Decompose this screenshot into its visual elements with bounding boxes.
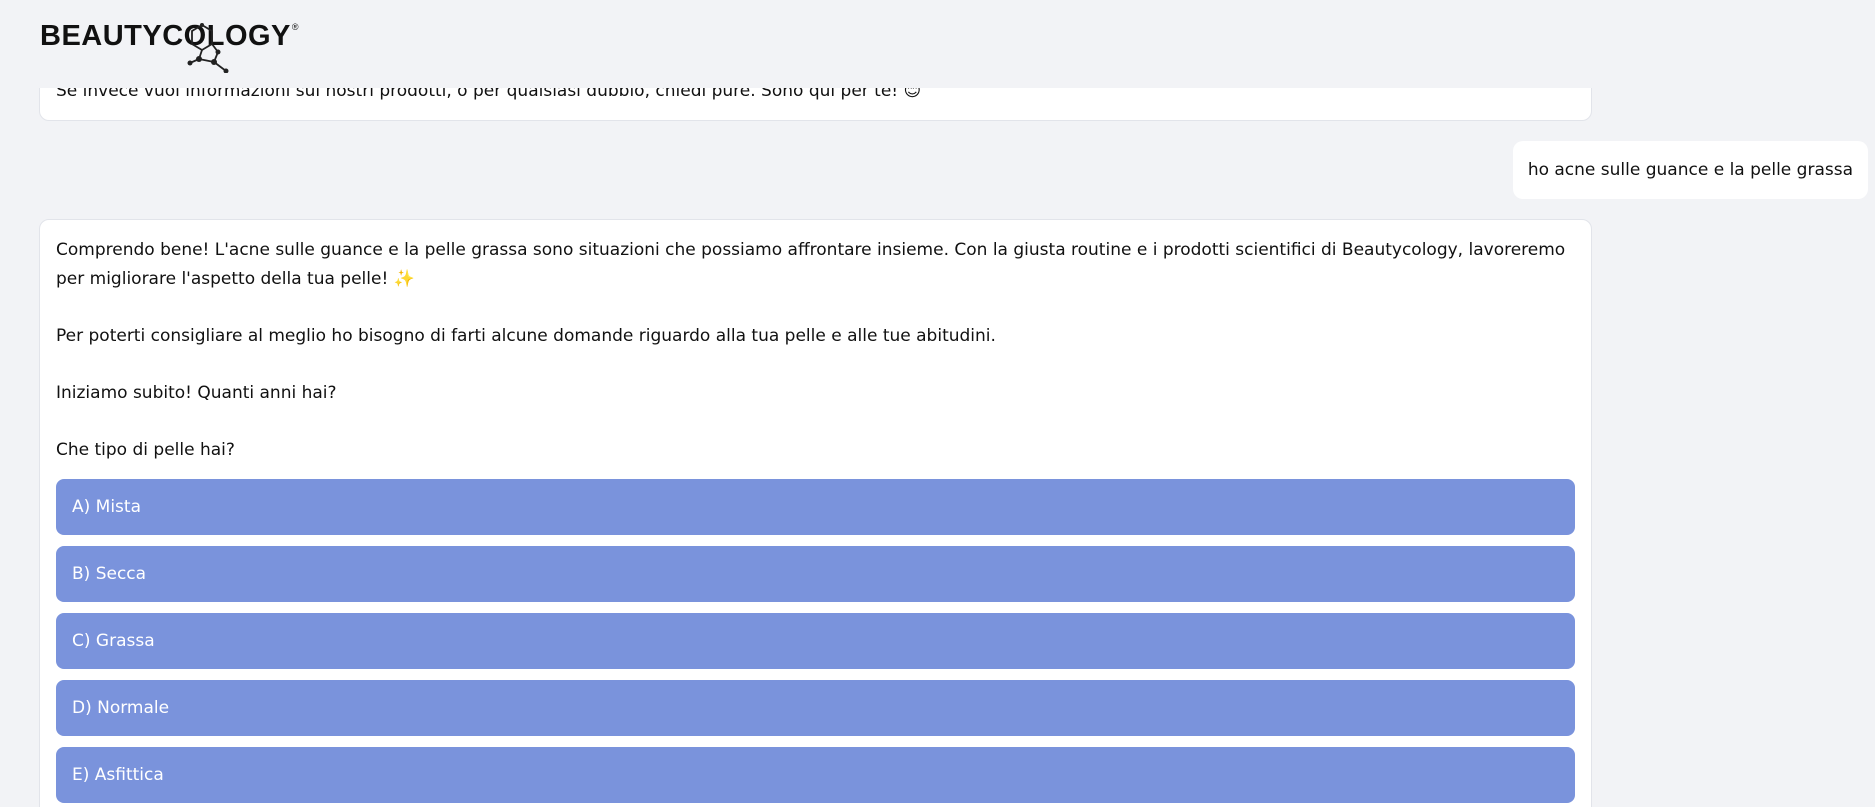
option-label: D) Normale <box>72 698 170 718</box>
option-label: A) Mista <box>72 497 141 517</box>
brand-logo[interactable]: BEAUTYCOLOGY ® <box>40 17 299 77</box>
answer-options: A) Mista B) Secca C) Grassa D) Normale E… <box>56 479 1575 803</box>
user-message: ho acne sulle guance e la pelle grassa <box>1512 141 1868 199</box>
bot-message: Comprendo bene! L'acne sulle guance e la… <box>39 219 1592 807</box>
option-button-grassa[interactable]: C) Grassa <box>56 613 1575 669</box>
option-label: B) Secca <box>72 564 147 584</box>
user-message-text: ho acne sulle guance e la pelle grassa <box>1527 160 1853 180</box>
option-button-secca[interactable]: B) Secca <box>56 546 1575 602</box>
option-button-mista[interactable]: A) Mista <box>56 479 1575 535</box>
option-label: E) Asfittica <box>72 765 164 785</box>
header: BEAUTYCOLOGY ® <box>0 0 1875 88</box>
logo-registered-mark: ® <box>291 22 299 32</box>
bot-message-paragraph: Comprendo bene! L'acne sulle guance e la… <box>56 240 1566 289</box>
option-button-normale[interactable]: D) Normale <box>56 680 1575 736</box>
bot-message-paragraph: Iniziamo subito! Quanti anni hai? <box>56 383 337 403</box>
molecule-icon <box>187 23 229 73</box>
bot-question: Che tipo di pelle hai? <box>56 440 235 460</box>
option-button-asfittica[interactable]: E) Asfittica <box>56 747 1575 803</box>
bot-message-paragraph: Per poterti consigliare al meglio ho bis… <box>56 326 996 346</box>
chat-page: Se invece vuoi informazioni sui nostri p… <box>0 0 1875 807</box>
option-label: C) Grassa <box>72 631 155 651</box>
